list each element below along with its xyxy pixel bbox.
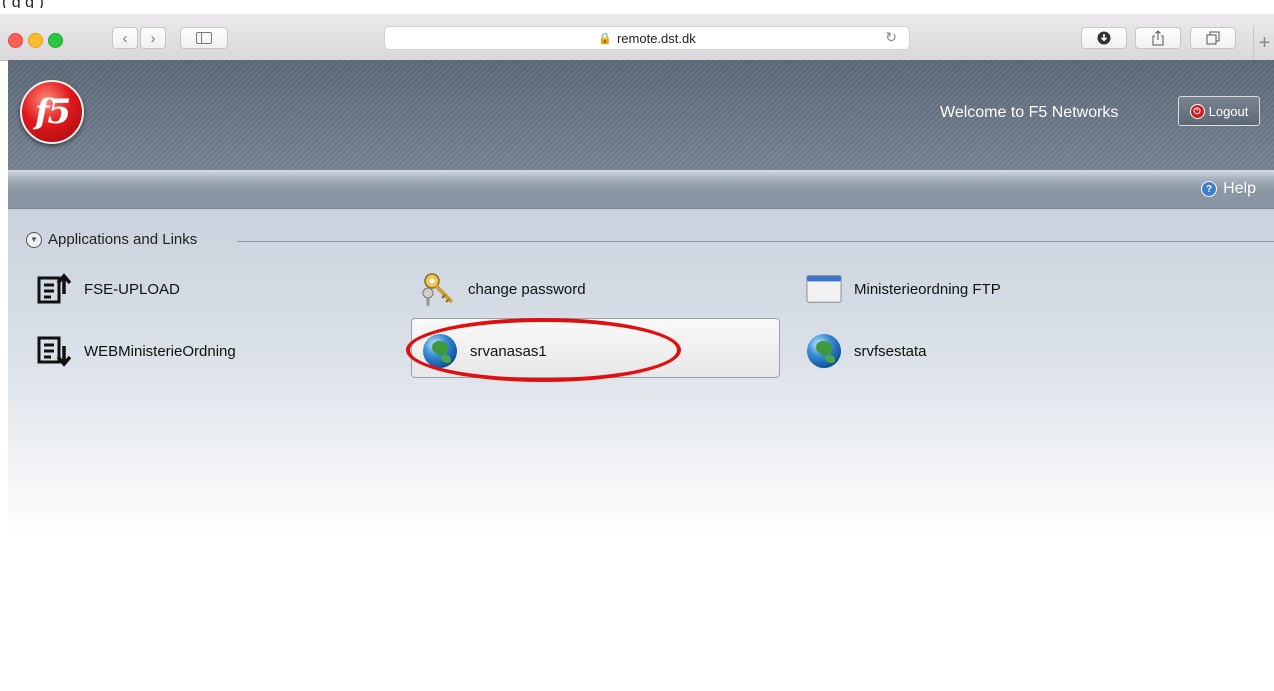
sidebar-button[interactable]	[180, 27, 228, 49]
app-link-change-password[interactable]: change password	[420, 271, 586, 307]
red-highlight-ellipse	[406, 318, 681, 382]
document-fragment: ( g g )	[0, 0, 1274, 8]
app-label: change password	[468, 280, 586, 298]
back-button[interactable]: ‹	[112, 27, 138, 49]
applications-panel: ▼ Applications and Links FSE-UPLOAD chan…	[8, 209, 1274, 539]
window-icon	[806, 271, 842, 307]
sidebar-icon	[196, 32, 212, 44]
tabs-overview-button[interactable]	[1190, 27, 1236, 49]
welcome-text: Welcome to F5 Networks	[940, 104, 1119, 121]
app-label: WEBMinisterieOrdning	[84, 342, 236, 360]
app-label: FSE-UPLOAD	[84, 280, 180, 298]
logout-button[interactable]: ⏻ Logout	[1178, 96, 1260, 126]
upload-doc-icon	[36, 271, 72, 307]
lock-icon: 🔒	[598, 32, 612, 45]
section-divider	[237, 241, 1274, 242]
zoom-window-button[interactable]	[48, 33, 63, 48]
app-link-webministerieordning[interactable]: WEBMinisterieOrdning	[36, 333, 236, 369]
section-header[interactable]: ▼ Applications and Links	[26, 231, 197, 248]
app-link-srvfsestata[interactable]: srvfsestata	[806, 333, 927, 369]
download-doc-icon	[36, 333, 72, 369]
new-tab-button[interactable]: +	[1253, 26, 1274, 60]
app-link-fse-upload[interactable]: FSE-UPLOAD	[36, 271, 180, 307]
download-icon	[1097, 31, 1111, 45]
reload-icon[interactable]: ↻	[885, 29, 897, 46]
globe-icon	[806, 333, 842, 369]
power-icon: ⏻	[1189, 103, 1205, 119]
address-bar[interactable]: 🔒 remote.dst.dk ↻	[384, 26, 910, 50]
url-text: remote.dst.dk	[616, 30, 696, 46]
app-label: srvfsestata	[854, 342, 927, 360]
minimize-window-button[interactable]	[28, 33, 43, 48]
close-window-button[interactable]	[8, 33, 23, 48]
logout-label: Logout	[1208, 103, 1249, 119]
share-icon	[1152, 30, 1164, 46]
portal-header: f5 Welcome to F5 Networks ⏻ Logout	[8, 60, 1274, 170]
help-label: Help	[1223, 180, 1256, 197]
section-title: Applications and Links	[48, 231, 198, 248]
help-bar: ? Help	[8, 170, 1274, 209]
downloads-button[interactable]	[1081, 27, 1127, 49]
key-icon	[420, 271, 456, 307]
tabs-icon	[1206, 31, 1220, 45]
chevron-left-icon: ‹	[122, 29, 128, 47]
f5-logo: f5	[20, 80, 84, 144]
help-icon: ?	[1201, 181, 1218, 197]
plus-icon: +	[1258, 31, 1271, 54]
help-link[interactable]: ? Help	[1201, 180, 1256, 198]
app-label: Ministerieordning FTP	[854, 280, 1001, 298]
collapse-toggle-icon[interactable]: ▼	[26, 231, 42, 248]
chevron-right-icon: ›	[150, 29, 156, 47]
app-link-ministerieordning-ftp[interactable]: Ministerieordning FTP	[806, 271, 1001, 307]
forward-button[interactable]: ›	[140, 27, 166, 49]
share-button[interactable]	[1135, 27, 1181, 49]
